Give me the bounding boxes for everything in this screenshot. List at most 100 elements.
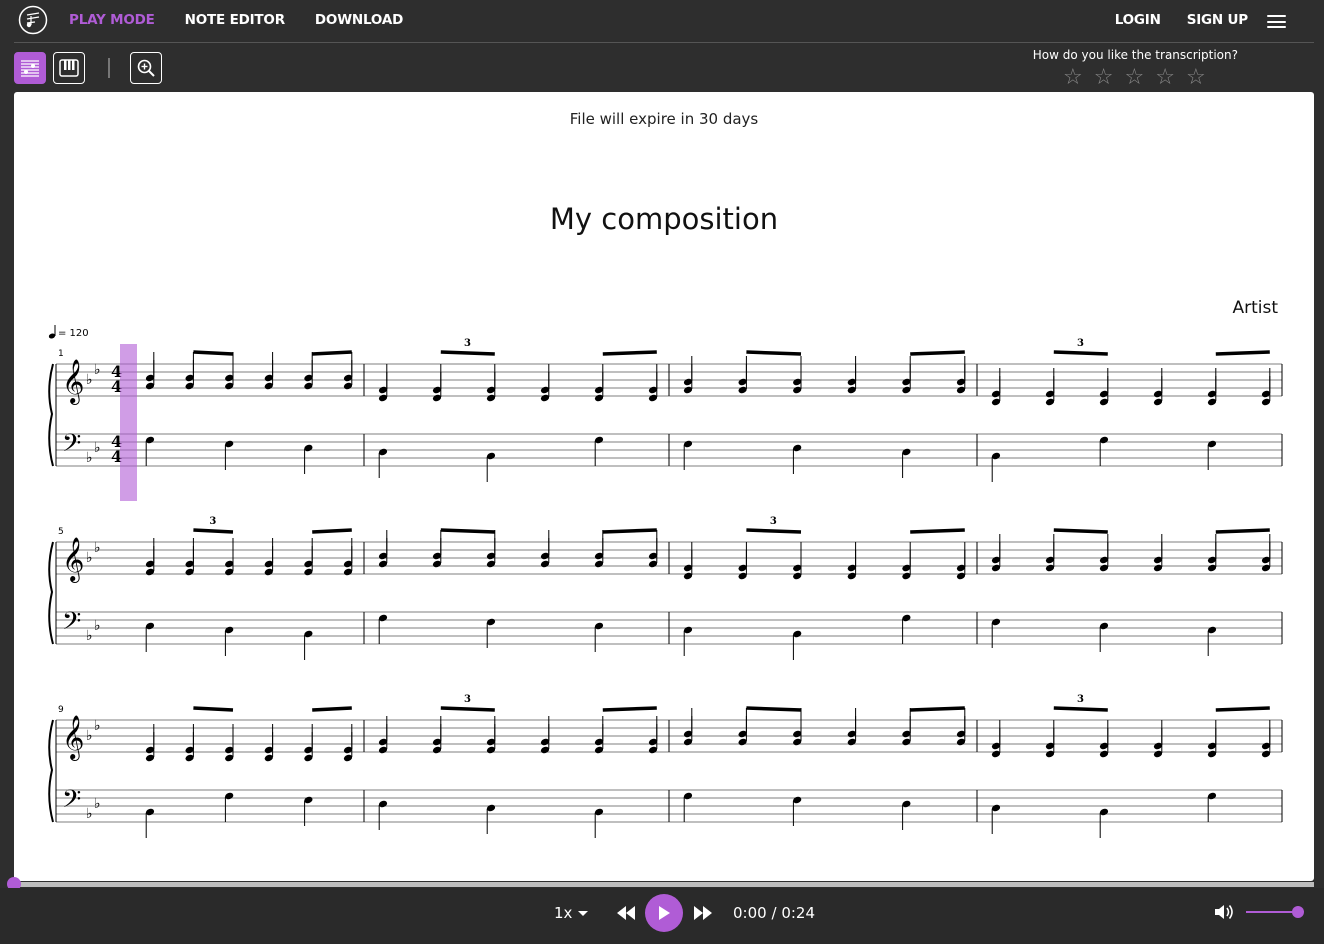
zoom-in-icon	[137, 59, 155, 77]
note-beam	[1053, 350, 1108, 356]
flat-sign: ♭	[86, 728, 93, 744]
flat-sign: ♭	[94, 796, 101, 812]
treble-clef: 𝄞	[62, 715, 84, 761]
note-beam	[602, 350, 657, 356]
piano-view-button[interactable]	[53, 51, 85, 84]
note-beam	[746, 706, 802, 712]
tuplet-label: 3	[1077, 694, 1084, 705]
volume-slider[interactable]	[1246, 911, 1298, 913]
note-beam	[602, 706, 657, 712]
tuplet-label: 3	[464, 338, 471, 349]
nav-note-editor[interactable]: NOTE EDITOR	[185, 12, 285, 28]
music-notation: = 120 𝄞𝄢♭♭♭♭144443 3𝄞𝄢♭♭♭♭53 3𝄞𝄢♭♭♭♭93 3	[48, 325, 1283, 838]
bass-clef: 𝄢	[62, 607, 81, 642]
tuplet-label: 3	[1077, 338, 1084, 349]
note-beam	[746, 350, 802, 356]
login-link[interactable]: LOGIN	[1115, 12, 1161, 28]
flat-sign: ♭	[94, 362, 101, 378]
volume-icon[interactable]	[1214, 903, 1236, 921]
view-toolbar	[14, 51, 169, 84]
piano-keys-icon	[59, 58, 79, 77]
flat-sign: ♭	[94, 540, 101, 556]
note-beam	[440, 528, 495, 534]
treble-clef: 𝄞	[62, 359, 84, 405]
note-beam	[1053, 528, 1108, 534]
staff-brace	[48, 541, 54, 645]
rating-question: How do you like the transcription?	[1032, 48, 1238, 62]
speed-select[interactable]: 1x	[554, 904, 589, 922]
fast-forward-icon[interactable]	[693, 906, 713, 920]
nav-download[interactable]: DOWNLOAD	[315, 12, 403, 28]
signup-link[interactable]: SIGN UP	[1187, 12, 1248, 28]
zoom-button[interactable]	[130, 51, 162, 84]
note-beam	[910, 706, 965, 712]
score-sheet[interactable]: File will expire in 30 days My compositi…	[14, 92, 1314, 881]
playhead-cursor[interactable]	[120, 344, 137, 501]
star-2-icon[interactable]: ☆	[1094, 65, 1116, 90]
tuplet-label: 3	[770, 516, 777, 527]
tuplet-label: 3	[209, 516, 216, 527]
volume-handle[interactable]	[1292, 906, 1304, 918]
star-3-icon[interactable]: ☆	[1125, 65, 1147, 90]
staff-brace	[48, 719, 54, 823]
nav-play-mode[interactable]: PLAY MODE	[69, 12, 155, 28]
flat-sign: ♭	[86, 550, 93, 566]
sheet-view-button[interactable]	[14, 51, 46, 84]
note-beam	[312, 528, 352, 534]
current-time: 0:00	[733, 904, 767, 922]
note-beam	[193, 528, 234, 534]
flat-sign: ♭	[94, 440, 101, 456]
note-beam	[1053, 706, 1108, 712]
note-beam	[193, 350, 234, 356]
note-beam	[602, 528, 657, 534]
flat-sign: ♭	[86, 450, 93, 466]
note-beam	[440, 350, 495, 356]
progress-bar[interactable]	[14, 882, 1314, 887]
star-4-icon[interactable]: ☆	[1155, 65, 1177, 90]
transcription-rating: How do you like the transcription? ☆ ☆ ☆…	[1033, 48, 1238, 90]
star-rating: ☆ ☆ ☆ ☆ ☆	[1033, 65, 1238, 90]
star-5-icon[interactable]: ☆	[1186, 65, 1208, 90]
bass-clef: 𝄢	[62, 429, 81, 464]
flat-sign: ♭	[86, 372, 93, 388]
tempo-marking: = 120	[48, 325, 89, 339]
total-time: 0:24	[781, 904, 815, 922]
note-beam	[910, 350, 965, 356]
note-beam	[746, 528, 802, 534]
note-beam	[1215, 350, 1270, 356]
note-beam	[193, 706, 234, 712]
main-nav: PLAY MODE NOTE EDITOR DOWNLOAD	[69, 12, 433, 28]
hamburger-menu-icon[interactable]	[1267, 15, 1286, 28]
tuplet-label: 3	[464, 694, 471, 705]
chevron-down-icon	[578, 911, 589, 916]
star-1-icon[interactable]: ☆	[1063, 65, 1085, 90]
flat-sign: ♭	[94, 618, 101, 634]
staff-brace	[48, 363, 54, 467]
measure-number: 5	[58, 527, 64, 537]
measure-number: 1	[58, 349, 64, 359]
account-nav: LOGIN SIGN UP	[1089, 12, 1248, 28]
app-logo-icon[interactable]	[18, 5, 48, 35]
treble-clef: 𝄞	[62, 537, 84, 583]
rewind-icon[interactable]	[616, 906, 636, 920]
note-beam	[1215, 528, 1270, 534]
time-display: 0:00 / 0:24	[733, 904, 815, 922]
tempo-text: = 120	[58, 328, 89, 339]
toolbar-separator	[108, 57, 110, 78]
measure-number: 9	[58, 705, 64, 715]
bass-clef: 𝄢	[62, 785, 81, 820]
time-separator: /	[771, 904, 777, 922]
note-beam	[910, 528, 965, 534]
playback-controls: 1x 0:00 / 0:24	[0, 888, 1324, 944]
note-beam	[312, 706, 352, 712]
nav-divider	[14, 42, 1314, 43]
note-beam	[1215, 706, 1270, 712]
speed-value: 1x	[554, 904, 573, 922]
flat-sign: ♭	[86, 806, 93, 822]
top-navigation-bar: PLAY MODE NOTE EDITOR DOWNLOAD LOGIN SIG…	[0, 0, 1324, 43]
play-icon	[659, 906, 670, 920]
note-beam	[312, 350, 352, 356]
play-button[interactable]	[645, 894, 683, 932]
flat-sign: ♭	[94, 718, 101, 734]
note-beam	[440, 706, 495, 712]
